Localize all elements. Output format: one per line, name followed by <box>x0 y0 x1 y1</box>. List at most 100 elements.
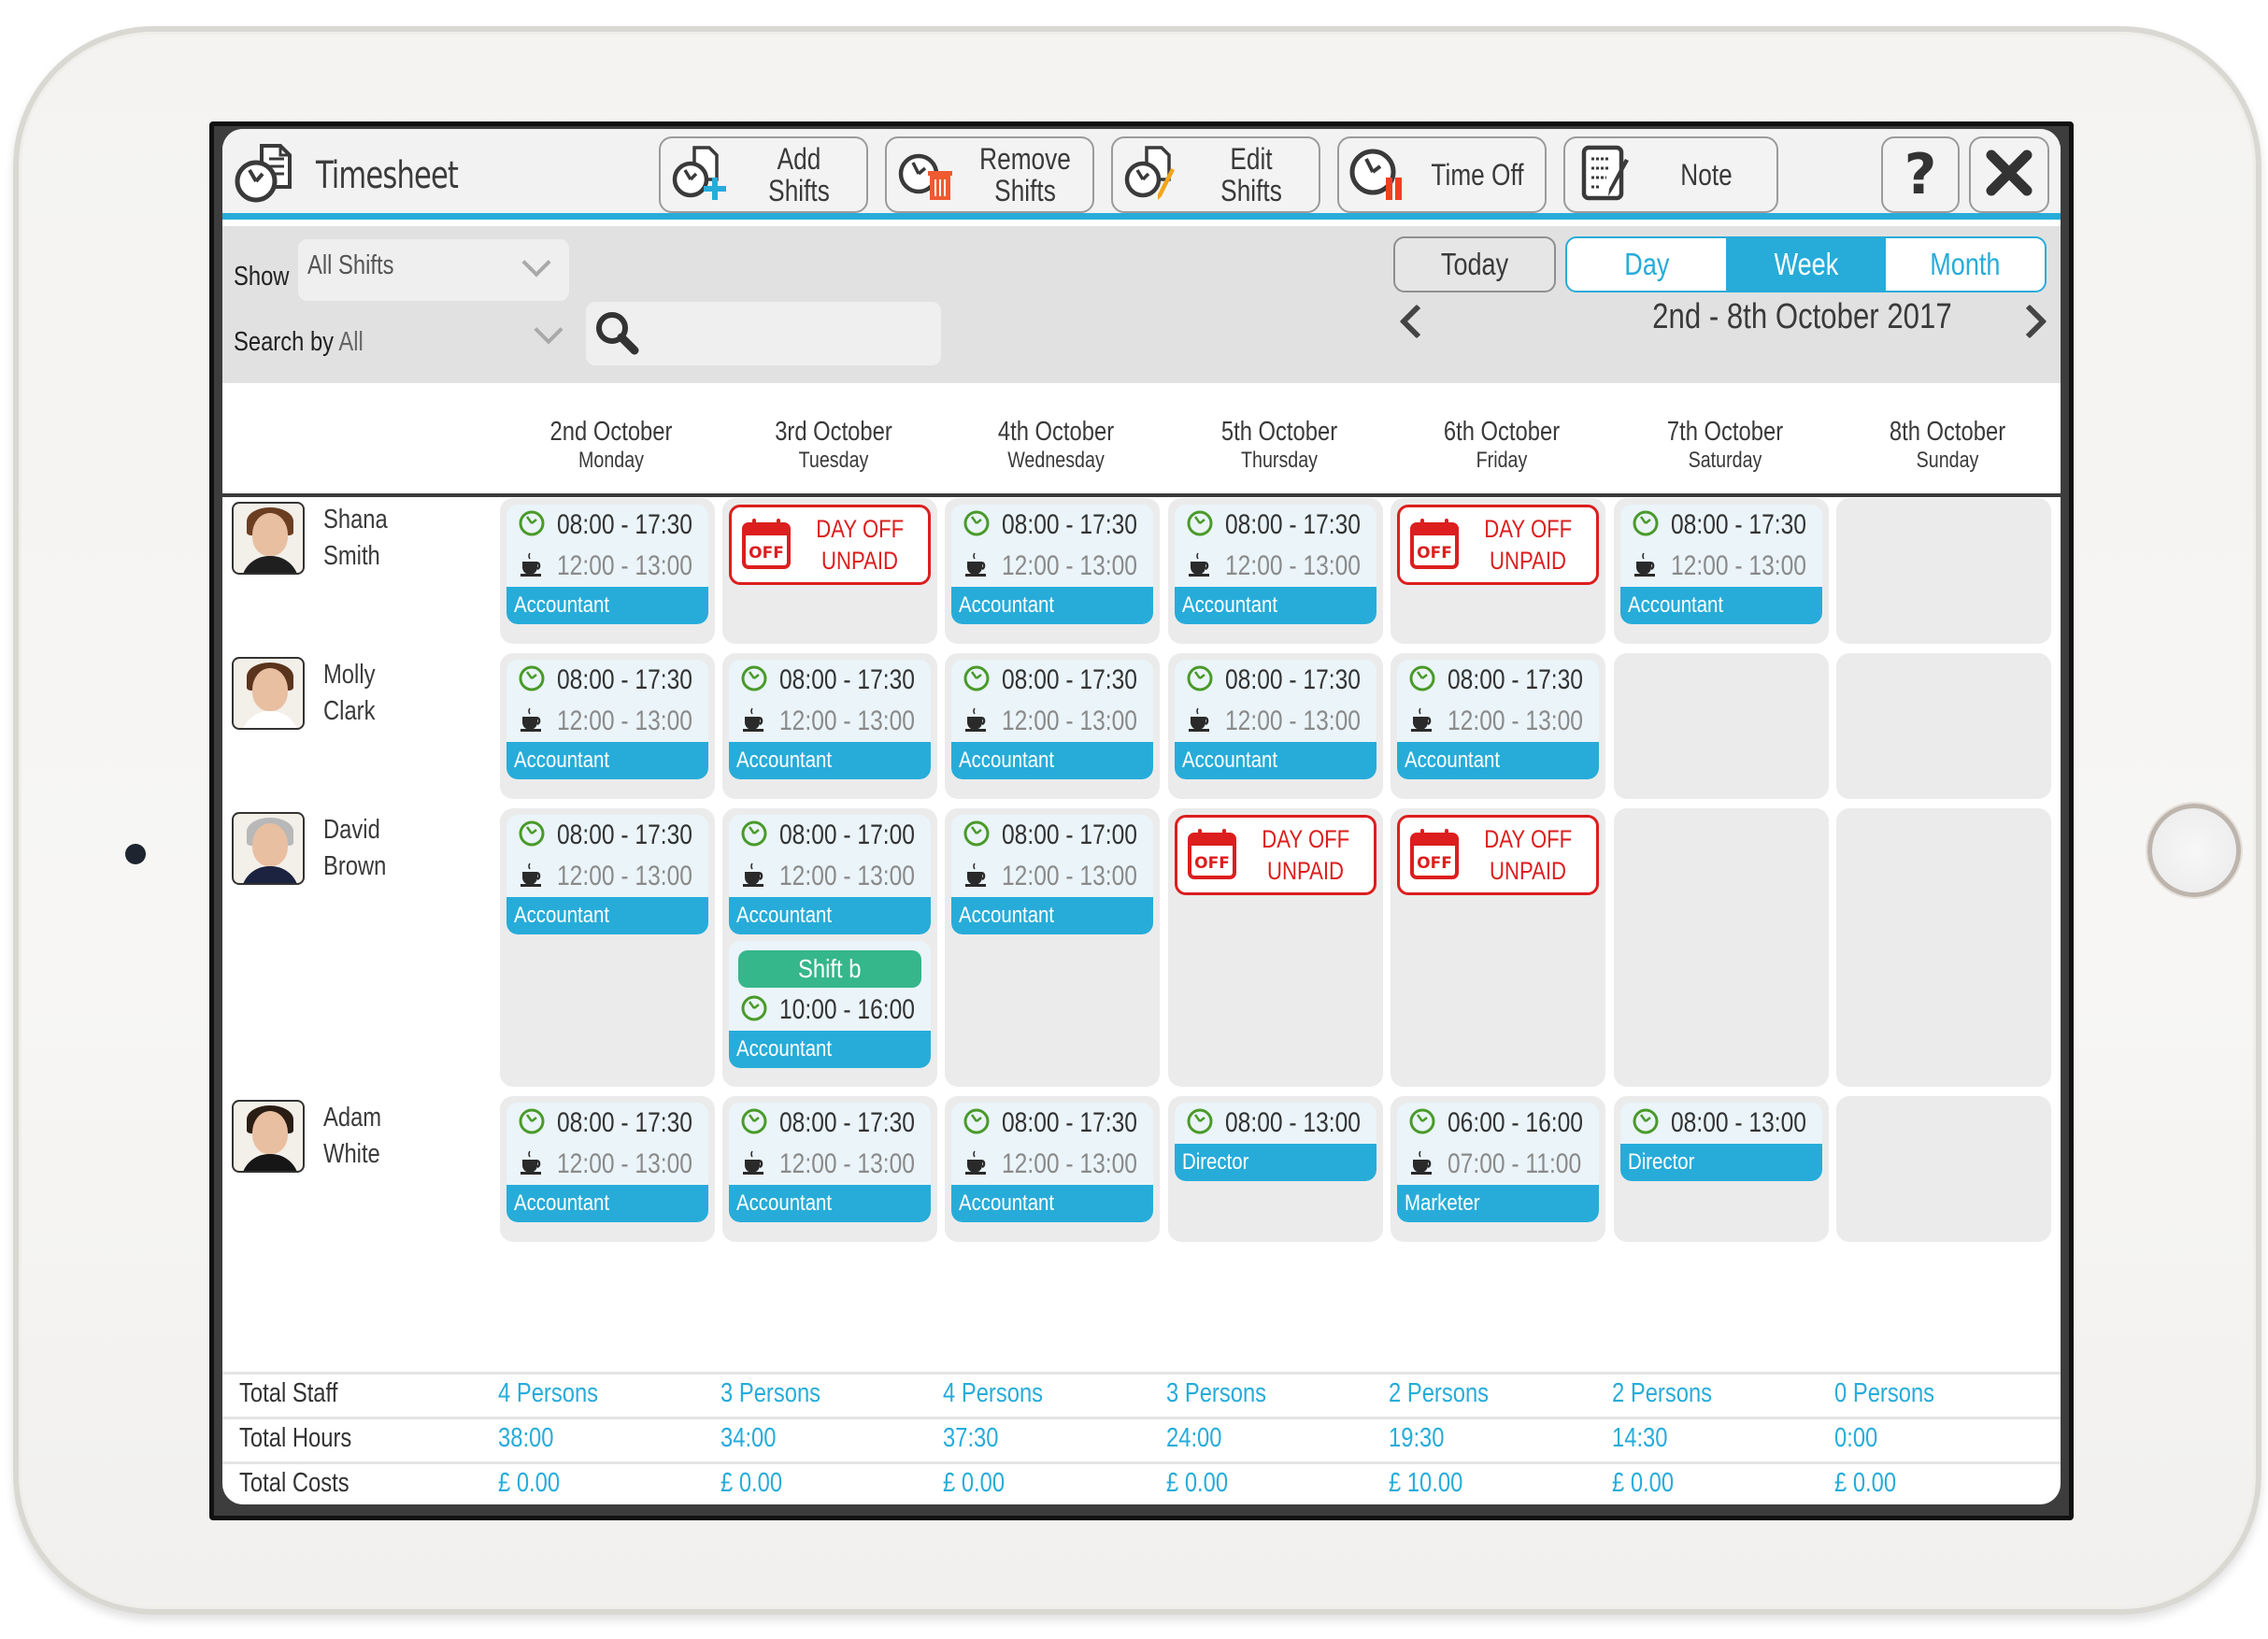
close-button[interactable] <box>1969 136 2049 213</box>
employee-name: Shana Smith <box>323 505 388 571</box>
clock-icon <box>518 509 546 542</box>
day-off-text: DAY OFF UNPAID <box>1484 515 1572 575</box>
note-button[interactable]: Note <box>1563 136 1778 213</box>
shift-card[interactable]: Shift b 10:00 - 16:00 Accountant <box>729 941 931 1068</box>
schedule-cell[interactable]: OFF DAY OFF UNPAID <box>722 498 937 644</box>
day-off-badge[interactable]: OFF DAY OFF UNPAID <box>1397 815 1599 895</box>
shift-card[interactable]: 08:00 - 13:00 Director <box>1620 1103 1822 1181</box>
totals-value: £ 10.00 <box>1389 1468 1463 1498</box>
totals-value: £ 0.00 <box>1834 1468 1897 1498</box>
schedule-cell[interactable]: 08:00 - 17:30 12:00 - 13:00 Accountant <box>1614 498 1829 644</box>
coffee-cup-icon <box>1186 705 1214 738</box>
schedule-cell[interactable]: 08:00 - 17:30 12:00 - 13:00 Accountant <box>500 1096 715 1242</box>
schedule-cell[interactable]: OFF DAY OFF UNPAID <box>1168 808 1383 1087</box>
shift-card[interactable]: 08:00 - 17:30 12:00 - 13:00 Accountant <box>506 815 708 934</box>
help-button[interactable]: ? <box>1881 136 1960 213</box>
clock-icon <box>1632 1107 1660 1140</box>
employee-adam-white[interactable]: Adam White <box>232 1100 394 1173</box>
front-camera <box>125 844 146 864</box>
coffee-cup-icon <box>518 705 546 738</box>
shift-card[interactable]: 08:00 - 13:00 Director <box>1175 1103 1376 1181</box>
shift-card[interactable]: 08:00 - 17:00 12:00 - 13:00 Accountant <box>951 815 1153 934</box>
shift-card[interactable]: 08:00 - 17:30 12:00 - 13:00 Accountant <box>506 660 708 779</box>
schedule-cell[interactable]: 08:00 - 13:00 Director <box>1168 1096 1383 1242</box>
schedule-cell[interactable]: 08:00 - 17:30 12:00 - 13:00 Accountant <box>945 653 1160 799</box>
schedule-cell[interactable]: 08:00 - 17:30 12:00 - 13:00 Accountant <box>722 1096 937 1242</box>
add-shifts-button[interactable]: Add Shifts <box>659 136 868 213</box>
schedule-cell[interactable] <box>1836 1096 2051 1242</box>
search-by-value: All <box>338 327 364 357</box>
totals-value: 4 Persons <box>943 1378 1044 1408</box>
shift-card[interactable]: 08:00 - 17:00 12:00 - 13:00 Accountant <box>729 815 931 934</box>
employee-name: Molly Clark <box>323 660 376 726</box>
shift-card[interactable]: 08:00 - 17:30 12:00 - 13:00 Accountant <box>729 660 931 779</box>
totals-value: 34:00 <box>720 1423 777 1453</box>
tab-month[interactable]: Month <box>1886 238 2045 291</box>
shift-card[interactable]: 08:00 - 17:30 12:00 - 13:00 Accountant <box>729 1103 931 1222</box>
shift-card[interactable]: 08:00 - 17:30 12:00 - 13:00 Accountant <box>1397 660 1599 779</box>
schedule-cell[interactable]: OFF DAY OFF UNPAID <box>1391 808 1605 1087</box>
day-weekday: Friday <box>1476 448 1528 473</box>
day-weekday: Thursday <box>1240 448 1319 473</box>
schedule-cell[interactable]: 08:00 - 17:30 12:00 - 13:00 Accountant <box>500 808 715 1087</box>
break-time: 12:00 - 13:00 <box>1671 550 1806 581</box>
break-time: 12:00 - 13:00 <box>1002 705 1137 736</box>
question-mark-icon: ? <box>1904 142 1937 207</box>
schedule-cell[interactable]: 08:00 - 17:30 12:00 - 13:00 Accountant <box>945 1096 1160 1242</box>
schedule-cell[interactable]: 08:00 - 17:30 12:00 - 13:00 Accountant <box>1168 498 1383 644</box>
schedule-cell[interactable]: 08:00 - 17:30 12:00 - 13:00 Accountant <box>1168 653 1383 799</box>
day-off-badge[interactable]: OFF DAY OFF UNPAID <box>729 505 931 585</box>
shift-card[interactable]: 08:00 - 17:30 12:00 - 13:00 Accountant <box>951 1103 1153 1222</box>
shift-card[interactable]: 08:00 - 17:30 12:00 - 13:00 Accountant <box>1620 505 1822 624</box>
schedule-cell[interactable] <box>1836 653 2051 799</box>
employee-shana-smith[interactable]: Shana Smith <box>232 502 402 575</box>
shift-card[interactable]: 08:00 - 17:30 12:00 - 13:00 Accountant <box>506 505 708 624</box>
day-off-badge[interactable]: OFF DAY OFF UNPAID <box>1397 505 1599 585</box>
shift-card[interactable]: 08:00 - 17:30 12:00 - 13:00 Accountant <box>951 660 1153 779</box>
search-input[interactable] <box>586 302 941 365</box>
schedule-cell[interactable]: 08:00 - 13:00 Director <box>1614 1096 1829 1242</box>
home-button[interactable] <box>2147 804 2241 897</box>
schedule-cell[interactable] <box>1614 653 1829 799</box>
tab-day[interactable]: Day <box>1567 238 1726 291</box>
schedule-cell[interactable]: 08:00 - 17:30 12:00 - 13:00 Accountant <box>500 498 715 644</box>
coffee-cup-icon <box>963 705 991 738</box>
shift-card[interactable]: 08:00 - 17:30 12:00 - 13:00 Accountant <box>1175 660 1376 779</box>
schedule-cell[interactable]: OFF DAY OFF UNPAID <box>1391 498 1605 644</box>
tab-week[interactable]: Week <box>1726 238 1886 291</box>
role-label: Accountant <box>506 1185 708 1222</box>
today-button[interactable]: Today <box>1393 236 1556 292</box>
day-header-saturday: 7th October Saturday <box>1614 417 1836 474</box>
schedule-cell[interactable]: 08:00 - 17:00 12:00 - 13:00 Accountant Shif… <box>722 808 937 1087</box>
avatar <box>232 1100 305 1173</box>
schedule-cell[interactable] <box>1614 808 1829 1087</box>
time-off-button[interactable]: Time Off <box>1337 136 1547 213</box>
schedule-cell[interactable]: 06:00 - 16:00 07:00 - 11:00 Marketer <box>1391 1096 1605 1242</box>
shift-card[interactable]: 08:00 - 17:30 12:00 - 13:00 Accountant <box>1175 505 1376 624</box>
day-off-badge[interactable]: OFF DAY OFF UNPAID <box>1175 815 1376 895</box>
employee-molly-clark[interactable]: Molly Clark <box>232 657 387 730</box>
schedule-cell[interactable]: 08:00 - 17:00 12:00 - 13:00 Accountant <box>945 808 1160 1087</box>
role-label: Director <box>1620 1144 1822 1181</box>
remove-shifts-button[interactable]: Remove Shifts <box>885 136 1094 213</box>
edit-shifts-button[interactable]: Edit Shifts <box>1111 136 1320 213</box>
schedule-cell[interactable] <box>1836 498 2051 644</box>
shift-time: 08:00 - 17:30 <box>1671 509 1806 540</box>
schedule-cell[interactable]: 08:00 - 17:30 12:00 - 13:00 Accountant <box>722 653 937 799</box>
prev-week-chevron-icon[interactable] <box>1399 304 1434 339</box>
day-off-text: DAY OFF UNPAID <box>1262 825 1349 885</box>
show-select[interactable]: All Shifts <box>298 239 569 301</box>
search-by-chevron-icon[interactable] <box>534 315 563 345</box>
schedule-cell[interactable]: 08:00 - 17:30 12:00 - 13:00 Accountant <box>945 498 1160 644</box>
schedule-cell[interactable]: 08:00 - 17:30 12:00 - 13:00 Accountant <box>1391 653 1605 799</box>
schedule-cell[interactable]: 08:00 - 17:30 12:00 - 13:00 Accountant <box>500 653 715 799</box>
day-weekday: Saturday <box>1688 448 1762 473</box>
employee-david-brown[interactable]: David Brown <box>232 812 400 885</box>
shift-card[interactable]: 06:00 - 16:00 07:00 - 11:00 Marketer <box>1397 1103 1599 1222</box>
coffee-cup-icon <box>740 861 768 893</box>
totals-value: £ 0.00 <box>720 1468 783 1498</box>
schedule-cell[interactable] <box>1836 808 2051 1087</box>
shift-card[interactable]: 08:00 - 17:30 12:00 - 13:00 Accountant <box>951 505 1153 624</box>
shift-card[interactable]: 08:00 - 17:30 12:00 - 13:00 Accountant <box>506 1103 708 1222</box>
shift-time: 08:00 - 17:00 <box>779 820 915 850</box>
